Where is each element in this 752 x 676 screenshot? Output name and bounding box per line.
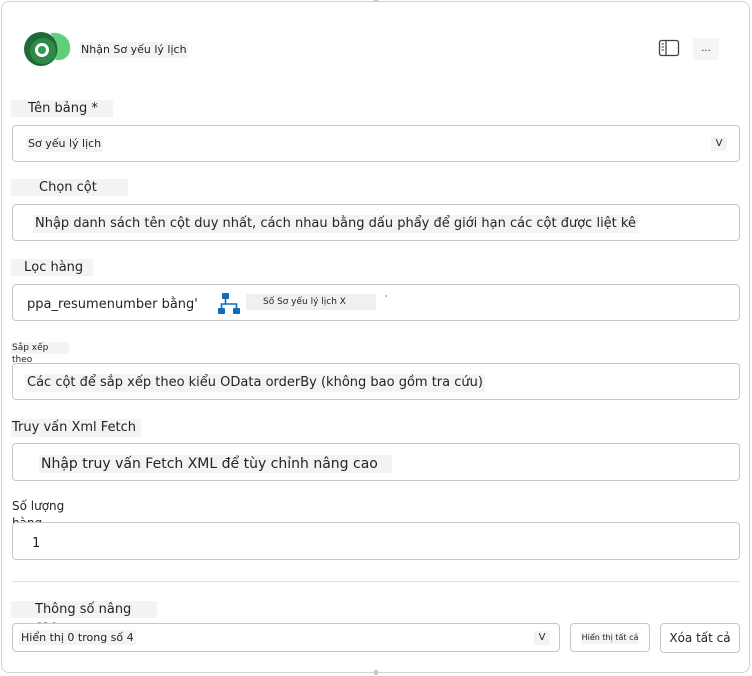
select-columns-input[interactable]: Nhập danh sách tên cột duy nhất, cách nh…: [12, 204, 740, 241]
dynamic-content-token[interactable]: Số Sơ yếu lý lịch X: [246, 294, 376, 310]
advanced-params-value: Hiển thị 0 trong số 4: [19, 630, 136, 645]
advanced-params-label: Thông số nâng cao: [11, 601, 157, 634]
filter-rows-input[interactable]: ppa_resumenumber bằng': [12, 284, 740, 321]
section-divider: [12, 581, 740, 582]
row-count-input[interactable]: 1: [12, 522, 740, 560]
row-count-label: Số lượng hàng: [11, 498, 95, 530]
action-card: [1, 1, 750, 673]
fetch-xml-placeholder: Nhập truy vấn Fetch XML để tùy chỉnh nân…: [39, 455, 392, 473]
dataverse-logo-icon: [24, 32, 71, 66]
filter-rows-label: Lọc hàng: [11, 259, 93, 276]
table-name-label: Tên bảng *: [11, 100, 113, 117]
action-title[interactable]: Nhận Sơ yếu lý lịch: [80, 42, 188, 58]
fetch-xml-input[interactable]: Nhập truy vấn Fetch XML để tùy chỉnh nân…: [12, 443, 740, 481]
select-columns-placeholder: Nhập danh sách tên cột duy nhất, cách nh…: [33, 215, 638, 233]
filter-expression-text: ppa_resumenumber bằng': [25, 296, 200, 314]
more-options-button[interactable]: ...: [693, 38, 719, 60]
sort-by-input[interactable]: Các cột để sắp xếp theo kiểu OData order…: [12, 363, 740, 400]
fetch-xml-label: Truy vấn Xml Fetch: [11, 419, 141, 437]
chevron-down-icon[interactable]: V: [534, 631, 550, 645]
table-name-value: Sơ yếu lý lịch: [26, 136, 104, 152]
connector-bottom: [374, 670, 378, 675]
chevron-down-icon[interactable]: V: [711, 137, 727, 151]
select-columns-label: Chọn cột: [11, 179, 128, 196]
connector-top: [374, 0, 378, 2]
show-all-label: Hiển thị tất cả: [580, 631, 640, 644]
clear-all-label: Xóa tất cả: [668, 631, 732, 645]
dynamic-content-icon: [218, 293, 240, 314]
sort-by-label: Sắp xếp theo: [11, 342, 69, 365]
clear-all-button[interactable]: Xóa tất cả: [660, 623, 740, 653]
table-name-dropdown[interactable]: Sơ yếu lý lịch V: [12, 125, 740, 162]
side-panel-icon[interactable]: [657, 36, 681, 60]
show-all-button[interactable]: Hiển thị tất cả: [570, 623, 650, 652]
row-count-value: 1: [30, 535, 43, 553]
advanced-params-dropdown[interactable]: Hiển thị 0 trong số 4 V: [12, 623, 560, 652]
token-suffix: ': [385, 294, 388, 303]
sort-by-placeholder: Các cột để sắp xếp theo kiểu OData order…: [25, 374, 485, 392]
